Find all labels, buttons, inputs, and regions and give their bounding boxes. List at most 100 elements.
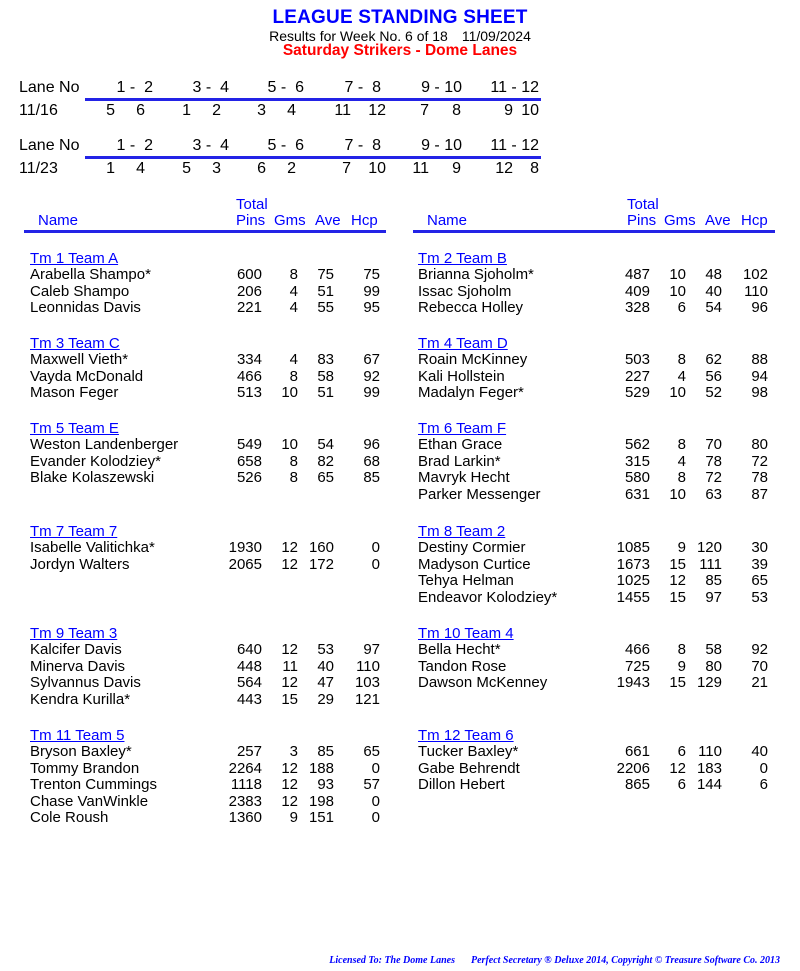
col-name: Name xyxy=(38,212,79,229)
player-handicap: 30 xyxy=(751,539,768,556)
player-average: 80 xyxy=(705,657,722,675)
player-name: Weston Landenberger xyxy=(30,436,179,453)
player-games: 15 xyxy=(669,588,686,606)
player-games: 8 xyxy=(677,351,686,368)
team-name-link[interactable]: Tm 5 Team E xyxy=(30,420,119,437)
player-row: Tucker Baxley* 661 6 110 40 xyxy=(418,743,768,761)
player-name: Gabe Behrendt xyxy=(418,759,520,777)
player-name: Issac Sjoholm xyxy=(418,282,512,300)
player-handicap: 0 xyxy=(371,759,380,777)
player-games: 12 xyxy=(669,572,686,589)
player-pins: 549 xyxy=(236,436,262,453)
team-block: Tm 6 Team F Ethan Grace 562 8 70 80 Brad Larki… xyxy=(418,420,768,503)
matchup-row: 11/16 5 6 1 2 3 4 11 12 7 8 9 10 xyxy=(19,102,549,122)
player-handicap: 121 xyxy=(354,690,380,708)
team-block: Tm 11 Team 5 Bryson Baxley* 257 3 85 65 Tommy … xyxy=(30,727,380,827)
player-average: 54 xyxy=(317,436,334,453)
team-name-link[interactable]: Tm 9 Team 3 xyxy=(30,625,117,642)
player-games: 12 xyxy=(281,674,298,691)
lane-pair: 1 - 2 xyxy=(116,137,153,154)
lane-header-row: Lane No 1 - 2 3 - 4 5 - 6 7 - 8 9 - 10 1… xyxy=(19,137,549,157)
player-average: 53 xyxy=(317,641,334,658)
player-average: 52 xyxy=(705,384,722,401)
lane-pair: 9 - 10 xyxy=(421,137,462,154)
player-games: 9 xyxy=(677,539,686,556)
player-handicap: 102 xyxy=(742,266,768,283)
player-games: 4 xyxy=(289,351,298,368)
lane-divider xyxy=(85,156,541,159)
player-name: Dillon Hebert xyxy=(418,776,505,793)
team-name-link[interactable]: Tm 12 Team 6 xyxy=(418,727,514,744)
player-row: Bryson Baxley* 257 3 85 65 xyxy=(30,743,380,761)
player-average: 58 xyxy=(705,641,722,658)
player-row: Chase VanWinkle 2383 12 198 0 xyxy=(30,793,380,811)
team-block: Tm 2 Team B Brianna Sjoholm* 487 10 48 102 Iss… xyxy=(418,250,768,317)
player-average: 40 xyxy=(705,282,722,300)
player-handicap: 21 xyxy=(751,674,768,691)
player-pins: 227 xyxy=(624,367,650,385)
player-games: 9 xyxy=(677,657,686,675)
team-name-link[interactable]: Tm 7 Team 7 xyxy=(30,523,117,540)
team-name-link[interactable]: Tm 4 Team D xyxy=(418,335,508,352)
player-average: 75 xyxy=(317,266,334,283)
team-name-link[interactable]: Tm 2 Team B xyxy=(418,250,507,267)
col-hcp: Hcp xyxy=(741,212,768,229)
team-name-link[interactable]: Tm 10 Team 4 xyxy=(418,625,514,642)
lane-pair: 7 - 8 xyxy=(344,79,381,96)
player-games: 4 xyxy=(289,282,298,300)
player-games: 8 xyxy=(289,452,298,470)
player-row: Madyson Curtice 1673 15 111 39 xyxy=(418,556,768,574)
page-title: LEAGUE STANDING SHEET xyxy=(272,7,528,28)
lane-pair: 5 - 6 xyxy=(267,79,304,96)
player-row: Kalcifer Davis 640 12 53 97 xyxy=(30,641,380,659)
player-name: Evander Kolodziey* xyxy=(30,452,161,470)
player-row: Ethan Grace 562 8 70 80 xyxy=(418,436,768,454)
player-handicap: 94 xyxy=(751,367,768,385)
player-pins: 658 xyxy=(236,452,262,470)
player-handicap: 92 xyxy=(751,641,768,658)
player-handicap: 0 xyxy=(371,792,380,810)
player-games: 12 xyxy=(281,539,298,556)
team-name-link[interactable]: Tm 8 Team 2 xyxy=(418,523,505,540)
player-average: 51 xyxy=(317,384,334,401)
team-number: 4 xyxy=(287,102,296,119)
player-average: 63 xyxy=(705,485,722,503)
player-average: 29 xyxy=(317,690,334,708)
player-games: 4 xyxy=(289,299,298,316)
player-row: Madalyn Feger* 529 10 52 98 xyxy=(418,384,768,402)
player-pins: 466 xyxy=(236,367,262,385)
player-games: 10 xyxy=(669,384,686,401)
player-row: Issac Sjoholm 409 10 40 110 xyxy=(418,283,768,301)
player-row: Gabe Behrendt 2206 12 183 0 xyxy=(418,760,768,778)
team-number: 3 xyxy=(257,102,266,119)
player-pins: 725 xyxy=(624,657,650,675)
player-average: 198 xyxy=(308,792,334,810)
lane-no-label: Lane No xyxy=(19,137,80,154)
team-block: Tm 7 Team 7 Isabelle Valitichka* 1930 12 160… xyxy=(30,523,380,573)
team-name-link[interactable]: Tm 11 Team 5 xyxy=(30,727,124,744)
team-number: 5 xyxy=(182,160,191,177)
player-handicap: 97 xyxy=(363,641,380,658)
player-handicap: 75 xyxy=(363,266,380,283)
player-average: 160 xyxy=(308,539,334,556)
player-pins: 328 xyxy=(624,299,650,316)
player-row: Endeavor Kolodziey* 1455 15 97 53 xyxy=(418,589,768,607)
team-name-link[interactable]: Tm 6 Team F xyxy=(418,420,506,437)
col-ave: Ave xyxy=(315,212,341,229)
player-average: 110 xyxy=(698,743,722,760)
player-games: 8 xyxy=(289,367,298,385)
player-games: 8 xyxy=(289,266,298,283)
player-name: Kali Hollstein xyxy=(418,367,505,385)
team-name-link[interactable]: Tm 3 Team C xyxy=(30,335,120,352)
player-name: Endeavor Kolodziey* xyxy=(418,588,558,606)
player-games: 6 xyxy=(677,299,686,316)
player-pins: 334 xyxy=(236,351,262,368)
player-row: Sylvannus Davis 564 12 47 103 xyxy=(30,674,380,692)
player-row: Mavryk Hecht 580 8 72 78 xyxy=(418,469,768,487)
player-pins: 865 xyxy=(624,776,650,793)
player-handicap: 96 xyxy=(363,436,380,453)
player-name: Maxwell Vieth* xyxy=(30,351,129,368)
team-name-link[interactable]: Tm 1 Team A xyxy=(30,250,118,267)
player-handicap: 40 xyxy=(751,743,768,760)
lane-pair: 3 - 4 xyxy=(192,79,229,96)
